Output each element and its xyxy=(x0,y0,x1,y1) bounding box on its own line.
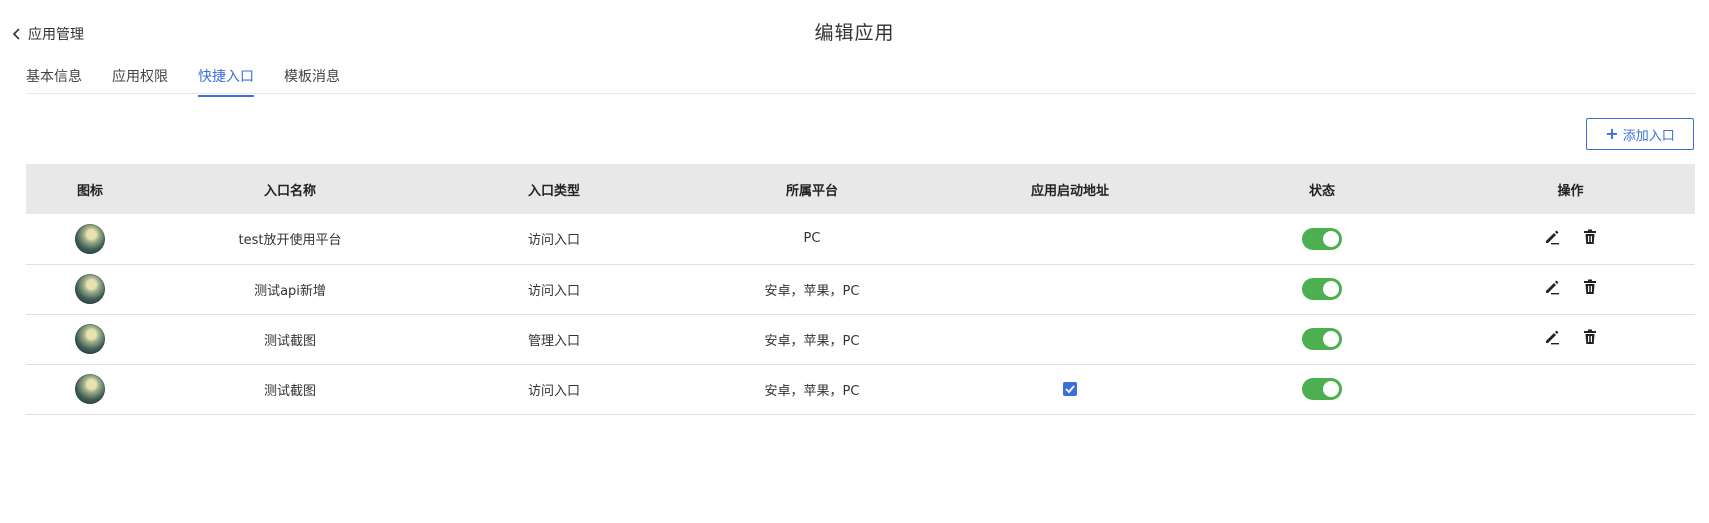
entry-name: 测试api新增 xyxy=(254,283,326,299)
table-row: 测试截图 访问入口 安卓，苹果，PC xyxy=(26,364,1695,414)
delete-icon[interactable] xyxy=(1581,328,1599,346)
status-toggle[interactable] xyxy=(1302,227,1342,250)
column-header-icon: 图标 xyxy=(76,183,103,199)
delete-icon[interactable] xyxy=(1581,278,1599,296)
status-toggle[interactable] xyxy=(1302,378,1342,400)
column-header-platform: 所属平台 xyxy=(785,183,838,199)
add-entry-button[interactable]: + 添加入口 xyxy=(1586,118,1694,150)
table-header-row: 图标 入口名称 入口类型 所属平台 应用启动地址 状态 操作 xyxy=(26,164,1695,214)
tab-shortcut-entry[interactable]: 快捷入口 xyxy=(198,62,254,97)
column-header-launch-url: 应用启动地址 xyxy=(1030,183,1109,199)
edit-icon[interactable] xyxy=(1543,328,1561,346)
edit-icon[interactable] xyxy=(1543,278,1561,296)
launch-url-cell xyxy=(942,214,1198,264)
page-title: 编辑应用 xyxy=(814,22,895,44)
entry-type: 访问入口 xyxy=(527,383,580,399)
status-toggle[interactable] xyxy=(1302,328,1342,350)
edit-icon[interactable] xyxy=(1543,228,1561,246)
tab-app-permissions[interactable]: 应用权限 xyxy=(112,62,168,93)
check-icon xyxy=(1065,385,1075,394)
entry-table: 图标 入口名称 入口类型 所属平台 应用启动地址 状态 操作 test放开使用平… xyxy=(26,164,1695,415)
tab-template-message[interactable]: 模板消息 xyxy=(284,62,340,93)
entry-platform: 安卓，苹果，PC xyxy=(764,333,860,349)
entry-type: 访问入口 xyxy=(527,283,580,299)
actions-cell-empty xyxy=(1446,364,1695,414)
launch-url-cell xyxy=(942,364,1198,414)
add-entry-label: 添加入口 xyxy=(1622,128,1675,144)
entry-name: 测试截图 xyxy=(263,333,316,349)
plus-icon: + xyxy=(1605,124,1619,143)
column-header-type: 入口类型 xyxy=(527,183,580,199)
table-row: 测试截图 管理入口 安卓，苹果，PC xyxy=(26,314,1695,364)
entry-platform: 安卓，苹果，PC xyxy=(764,283,860,299)
column-header-status: 状态 xyxy=(1308,183,1335,199)
launch-url-checkbox[interactable] xyxy=(1063,382,1077,396)
entry-type: 访问入口 xyxy=(527,233,580,249)
status-toggle[interactable] xyxy=(1302,278,1342,300)
column-header-actions: 操作 xyxy=(1557,183,1584,199)
avatar-icon xyxy=(75,223,105,254)
launch-url-cell xyxy=(942,314,1198,364)
table-row: 测试api新增 访问入口 安卓，苹果，PC xyxy=(26,264,1695,314)
avatar-icon xyxy=(75,274,105,304)
tab-basic-info[interactable]: 基本信息 xyxy=(26,62,82,93)
tab-bar: 基本信息 应用权限 快捷入口 模板消息 xyxy=(26,62,1695,97)
entry-platform: PC xyxy=(803,231,821,247)
entry-name: test放开使用平台 xyxy=(238,233,342,249)
entry-type: 管理入口 xyxy=(527,333,580,349)
table-row: test放开使用平台 访问入口 PC xyxy=(26,214,1695,264)
column-header-name: 入口名称 xyxy=(263,183,316,199)
launch-url-cell xyxy=(942,264,1198,314)
entry-name: 测试截图 xyxy=(263,383,316,399)
avatar-icon xyxy=(75,374,105,404)
delete-icon[interactable] xyxy=(1581,228,1599,246)
avatar-icon xyxy=(75,324,105,354)
entry-platform: 安卓，苹果，PC xyxy=(764,383,860,399)
